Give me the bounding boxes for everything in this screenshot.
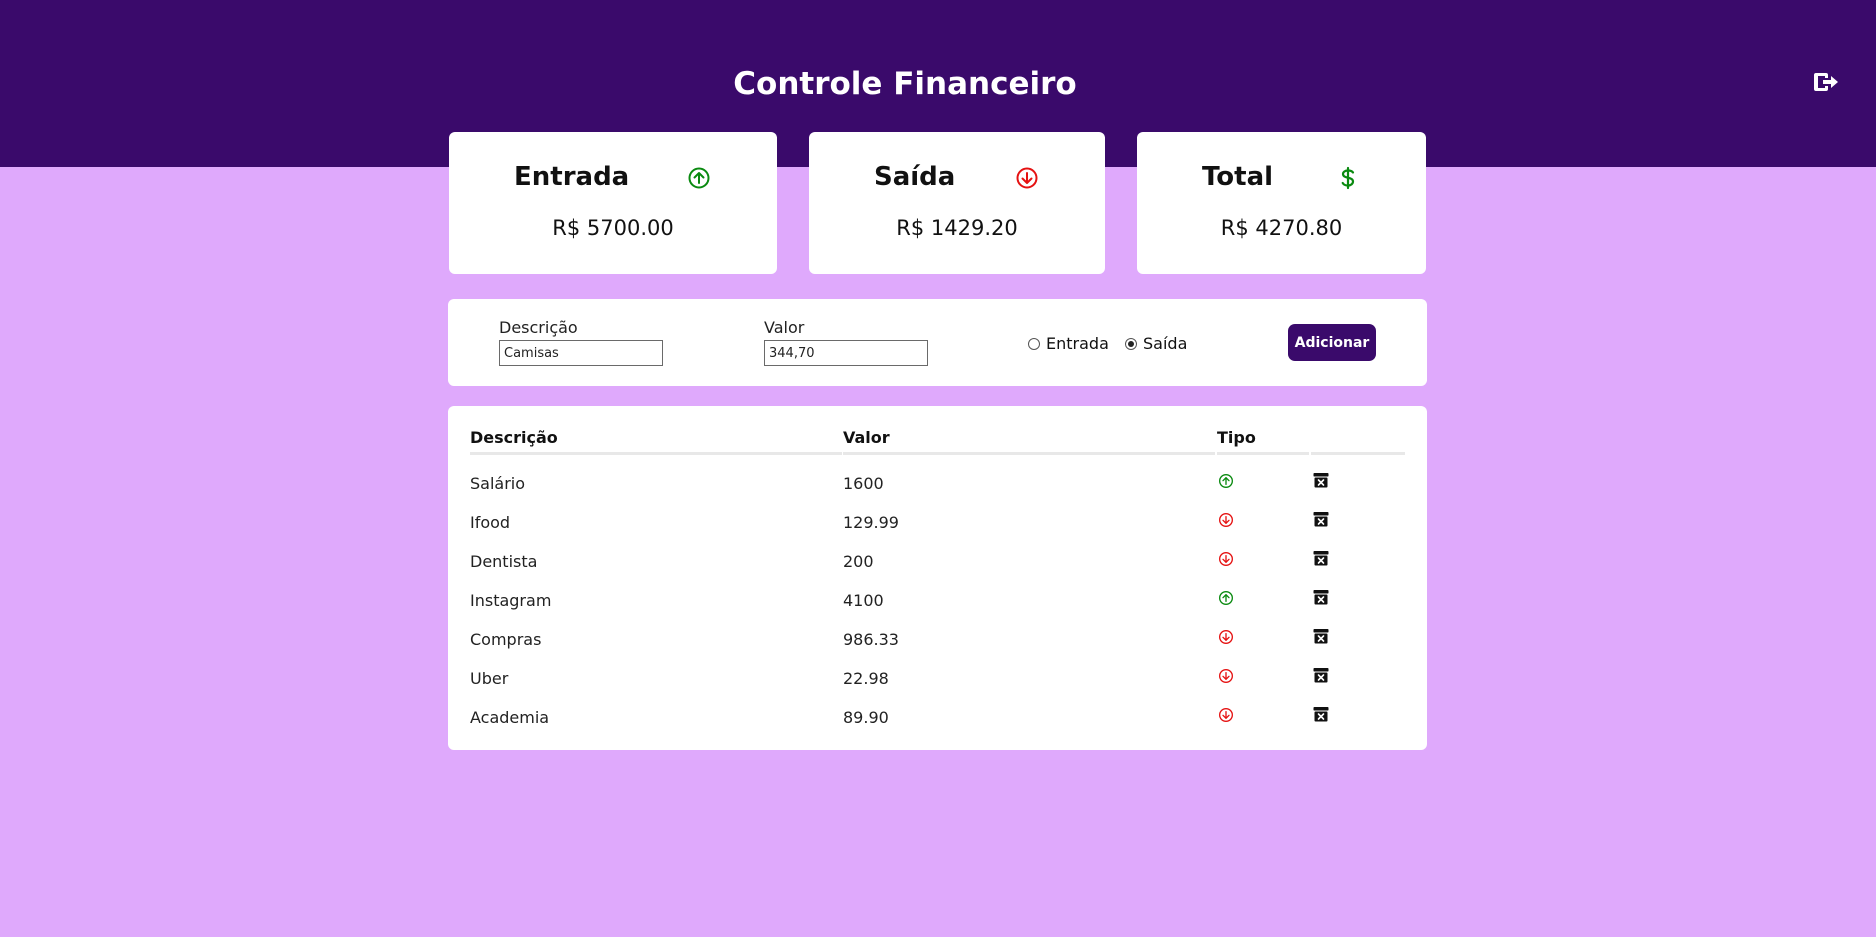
valor-label: Valor (764, 318, 805, 337)
arrow-up-circle-icon (1218, 473, 1234, 489)
card-saida: Saída R$ 1429.20 (809, 132, 1105, 274)
arrow-down-circle-icon (1016, 167, 1038, 189)
radio-saida[interactable] (1125, 337, 1137, 350)
arrow-down-circle-icon (1218, 629, 1234, 645)
card-entrada-title: Entrada (514, 162, 630, 192)
th-divider (1217, 452, 1309, 455)
trash-icon[interactable] (1313, 667, 1329, 683)
row-descricao: Uber (470, 669, 509, 688)
card-saida-value: R$ 1429.20 (896, 216, 1018, 240)
arrow-down-circle-icon (1218, 512, 1234, 528)
row-valor: 200 (843, 552, 874, 571)
descricao-input[interactable] (499, 340, 663, 366)
trash-icon[interactable] (1313, 472, 1329, 488)
row-descricao: Dentista (470, 552, 538, 571)
descricao-label: Descrição (499, 318, 578, 337)
row-descricao: Instagram (470, 591, 552, 610)
radio-entrada[interactable] (1028, 337, 1040, 350)
card-total: Total R$ 4270.80 (1137, 132, 1426, 274)
th-valor: Valor (843, 428, 890, 447)
row-descricao: Ifood (470, 513, 511, 532)
dollar-icon (1341, 166, 1355, 190)
card-entrada-value: R$ 5700.00 (552, 216, 674, 240)
row-descricao: Salário (470, 474, 526, 493)
row-descricao: Compras (470, 630, 542, 649)
page-title: Controle Financeiro (733, 66, 1077, 102)
trash-icon[interactable] (1313, 628, 1329, 644)
valor-input[interactable] (764, 340, 928, 366)
card-saida-title: Saída (874, 162, 956, 192)
logout-icon[interactable] (1814, 71, 1838, 93)
add-button[interactable]: Adicionar (1288, 324, 1376, 361)
trash-icon[interactable] (1313, 511, 1329, 527)
card-total-title: Total (1202, 162, 1274, 192)
row-valor: 986.33 (843, 630, 899, 649)
th-divider (843, 452, 1215, 455)
arrow-up-circle-icon (688, 167, 710, 189)
arrow-up-circle-icon (1218, 590, 1234, 606)
card-total-value: R$ 4270.80 (1220, 216, 1343, 240)
radio-entrada-label: Entrada (1046, 334, 1109, 353)
row-valor: 22.98 (843, 669, 889, 688)
row-descricao: Academia (470, 708, 550, 727)
arrow-down-circle-icon (1218, 707, 1234, 723)
radio-saida-label: Saída (1143, 334, 1188, 353)
th-descricao: Descrição (470, 428, 558, 447)
transactions-table (448, 406, 1427, 750)
trash-icon[interactable] (1313, 550, 1329, 566)
th-divider (1311, 452, 1405, 455)
trash-icon[interactable] (1313, 589, 1329, 605)
card-entrada: Entrada R$ 5700.00 (449, 132, 777, 274)
arrow-down-circle-icon (1218, 551, 1234, 567)
row-valor: 89.90 (843, 708, 889, 727)
radio-entrada-option[interactable]: Entrada (1028, 334, 1109, 353)
trash-icon[interactable] (1313, 706, 1329, 722)
th-divider (470, 452, 842, 455)
radio-saida-option[interactable]: Saída (1125, 334, 1187, 353)
row-valor: 1600 (843, 474, 884, 493)
arrow-down-circle-icon (1218, 668, 1234, 684)
row-valor: 4100 (843, 591, 884, 610)
th-tipo: Tipo (1217, 428, 1256, 447)
row-valor: 129.99 (843, 513, 899, 532)
